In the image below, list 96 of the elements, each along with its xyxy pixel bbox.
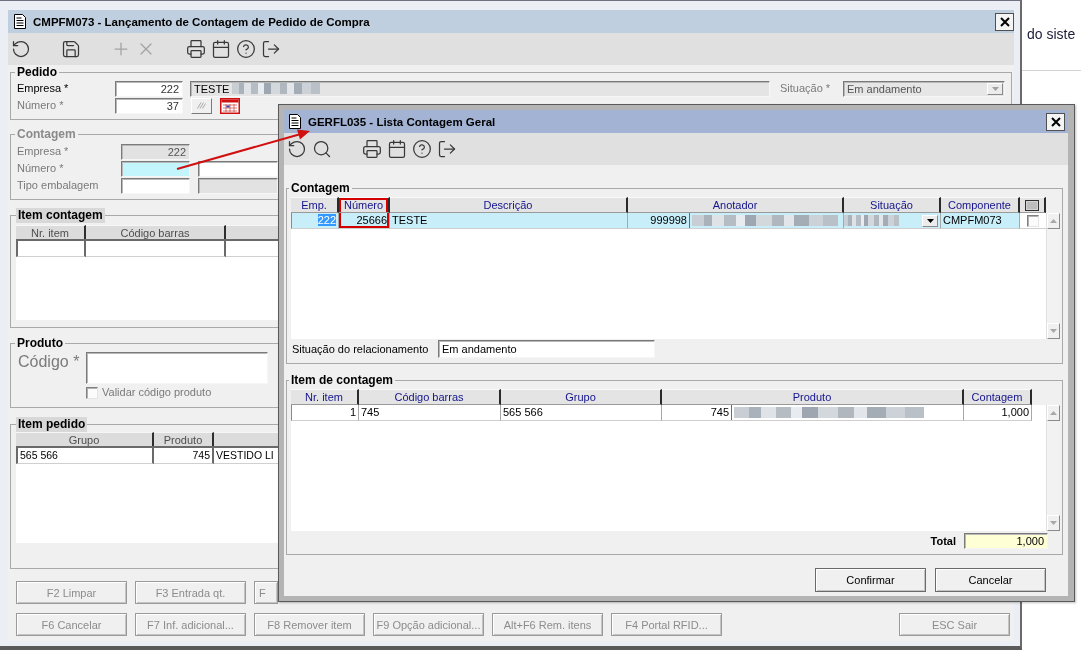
scroll-up-button[interactable]	[1047, 405, 1060, 421]
field-label: Situação do relacionamento	[292, 342, 429, 356]
table-header-cell[interactable]: Nr. item	[291, 389, 359, 405]
window-title: CMPFM073 - Lançamento de Contagem de Pedido de Compra	[33, 15, 370, 28]
group-title: Item pedido	[16, 417, 88, 432]
input-field[interactable]: TESTE	[190, 80, 770, 97]
scroll-down-button[interactable]	[1047, 323, 1060, 339]
field-label: Situação *	[780, 82, 831, 95]
field-label: Número *	[17, 99, 64, 112]
table-header-cell[interactable]	[1020, 197, 1046, 213]
total-field: 1,000	[964, 532, 1048, 549]
scrollbar[interactable]	[1046, 213, 1059, 339]
table-cell: 25666	[339, 213, 390, 229]
caret-down-icon	[991, 86, 999, 91]
search-icon	[311, 139, 332, 159]
calendar-button[interactable]	[220, 97, 240, 114]
table-header-cell[interactable]: Grupo	[16, 432, 154, 446]
triangle-up-icon	[1050, 219, 1057, 223]
table-header-cell[interactable]: Código barras	[359, 389, 501, 405]
group-title: Produto	[16, 337, 64, 350]
table-header-cell[interactable]: Descrição	[390, 197, 628, 213]
printer-icon	[361, 139, 382, 159]
table-cell: 1,000	[964, 405, 1032, 421]
window-title: GERFL035 - Lista Contagem Geral	[308, 115, 496, 128]
table-header-cell[interactable]: Emp.	[291, 197, 339, 213]
table-header-cell[interactable]: Contagem	[964, 389, 1032, 405]
save-icon	[60, 39, 81, 59]
checkbox[interactable]	[1027, 214, 1039, 227]
total-label: Total	[930, 534, 956, 547]
table-cell: 745	[154, 448, 214, 464]
field-label: Tipo embalagem	[17, 179, 99, 192]
field-label: Código *	[18, 352, 80, 372]
triangle-up-icon	[1050, 411, 1057, 415]
dropdown-button[interactable]	[922, 214, 938, 227]
group-title: Contagem	[290, 182, 351, 195]
close-icon	[999, 16, 1010, 27]
table-cell[interactable]	[86, 241, 226, 257]
table-cell: 999998	[628, 213, 690, 228]
group-title: Item de contagem	[290, 374, 395, 387]
calendar-icon	[386, 139, 407, 159]
diagonal-lines-icon	[197, 102, 206, 109]
table-cell: 1	[291, 405, 359, 421]
help-icon	[411, 139, 432, 159]
table-header-cell[interactable]: Número	[339, 197, 390, 213]
table-row[interactable]: 222 25666 TESTE 999998 CMPFM073	[291, 213, 1046, 229]
table-cell: TESTE	[390, 213, 628, 229]
scrollbar[interactable]	[1046, 405, 1059, 531]
document-icon	[289, 114, 301, 129]
table-cell: 745	[359, 405, 501, 421]
table-header-cell[interactable]: Grupo	[501, 389, 662, 405]
group-title: Pedido	[16, 66, 58, 79]
table-cell: 222	[291, 213, 339, 229]
table-cell[interactable]	[16, 241, 86, 257]
close-icon	[1050, 116, 1061, 127]
close-button[interactable]	[1046, 112, 1065, 131]
group-title: Item contagem	[16, 208, 105, 223]
lookup-button[interactable]	[191, 97, 212, 114]
caret-down-icon	[926, 218, 934, 223]
dropdown-field[interactable]	[844, 213, 941, 229]
square-icon	[1025, 199, 1039, 211]
table-header-cell[interactable]: Situação	[844, 197, 941, 213]
input-field[interactable]: 222	[115, 80, 183, 97]
table-header-cell[interactable]: Código barras	[86, 225, 226, 239]
background-text: do siste	[1027, 26, 1076, 43]
table-header-cell	[226, 225, 278, 239]
field-label: Empresa *	[17, 82, 69, 95]
printer-icon	[185, 39, 206, 59]
input-field[interactable]: Em andamento	[438, 340, 655, 358]
input-field[interactable]	[86, 352, 268, 384]
close-button[interactable]	[995, 12, 1014, 31]
table-cell: 565 566	[501, 405, 662, 421]
grid-calendar-icon	[220, 97, 240, 114]
table-header-cell[interactable]: Anotador	[628, 197, 844, 213]
exit-icon	[436, 139, 457, 159]
group-title: Contagem	[16, 128, 77, 141]
scroll-down-button[interactable]	[1047, 515, 1060, 531]
document-icon	[14, 14, 26, 29]
refresh-icon	[286, 139, 307, 159]
refresh-icon	[10, 39, 31, 59]
table-header-cell[interactable]: Componente	[941, 197, 1020, 213]
triangle-down-icon	[1050, 521, 1057, 525]
exit-icon	[260, 39, 281, 59]
dialog-button[interactable]: Confirmar	[815, 568, 926, 592]
dialog-button[interactable]: Cancelar	[935, 568, 1046, 592]
field-label: Número *	[17, 162, 64, 175]
table-header-cell[interactable]: Produto	[662, 389, 964, 405]
table-header-cell	[214, 432, 278, 446]
table-cell: 565 566	[16, 448, 154, 464]
table-header-cell[interactable]: Nr. item	[16, 225, 86, 239]
calendar-icon	[210, 39, 231, 59]
field-label: Empresa *	[17, 145, 69, 158]
table-header-cell[interactable]: Produto	[154, 432, 214, 446]
help-icon	[235, 39, 256, 59]
triangle-down-icon	[1050, 329, 1057, 333]
scroll-up-button[interactable]	[1047, 213, 1060, 229]
table-cell: 745	[662, 405, 732, 420]
